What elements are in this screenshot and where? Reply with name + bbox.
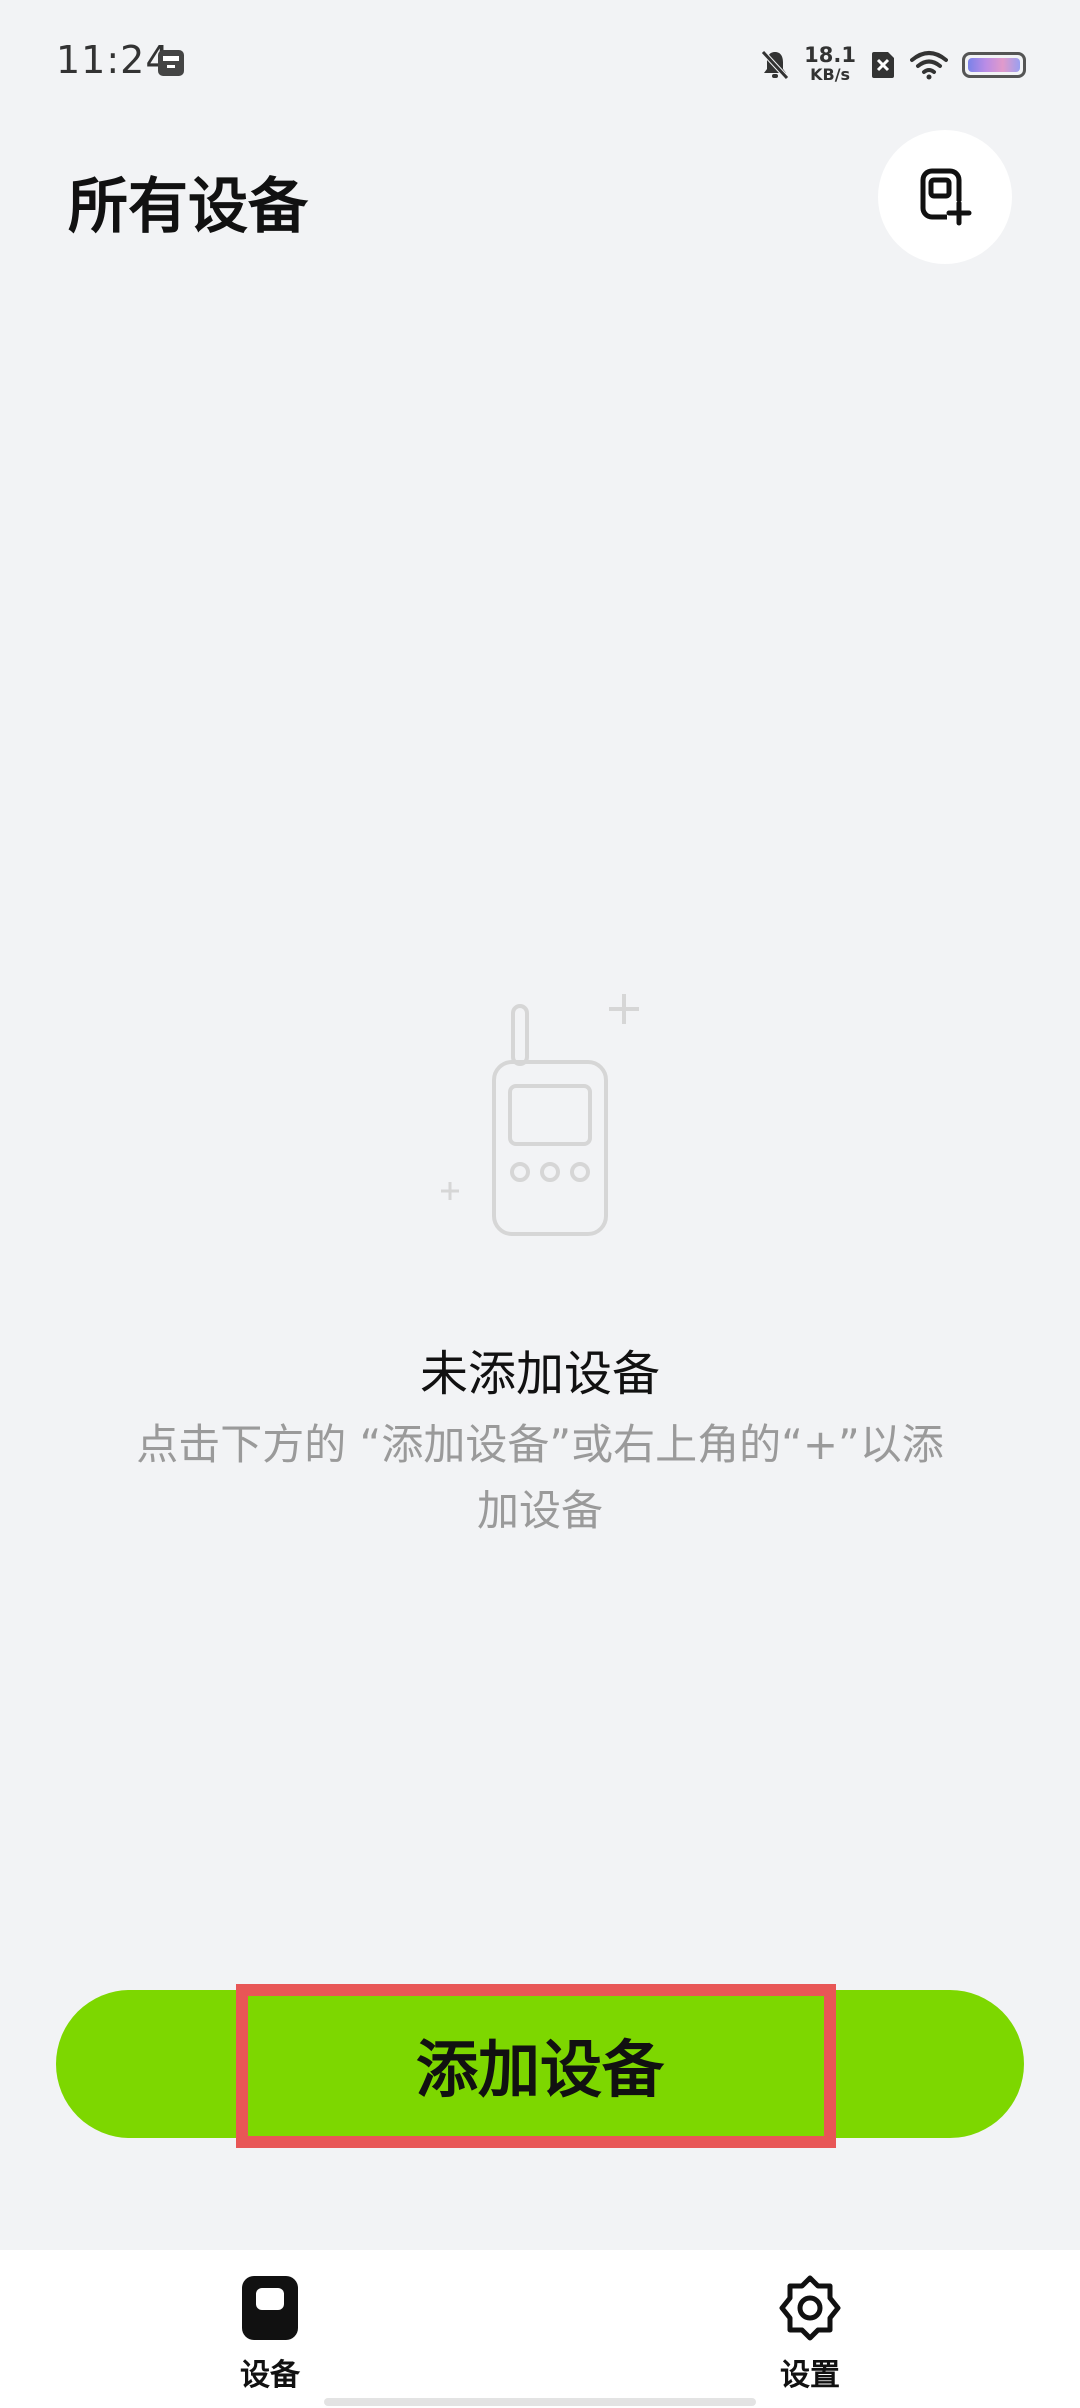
walkie-talkie-icon <box>441 994 639 1236</box>
page-title: 所有设备 <box>68 172 308 242</box>
wifi-icon <box>910 51 948 80</box>
status-time: 11:24 <box>56 38 171 82</box>
status-bar: 11:24 18.1 KB/s <box>0 0 1080 128</box>
gear-icon <box>779 2275 841 2341</box>
empty-state-title: 未添加设备 <box>419 1346 660 1402</box>
sim-off-icon <box>872 52 894 78</box>
empty-state-hint: 点击下方的 “添加设备”或右上角的“+”以添加设备 <box>136 1420 944 1535</box>
mute-bell-icon <box>761 50 790 80</box>
tab-settings-label: 设置 <box>780 2358 840 2393</box>
tab-devices[interactable]: 设备 <box>200 2274 340 2394</box>
battery-icon <box>962 52 1026 78</box>
tab-devices-label: 设备 <box>240 2358 300 2393</box>
add-device-button[interactable]: 添加设备 <box>56 1990 1024 2138</box>
network-speed-value: 18.1 <box>804 43 856 67</box>
device-icon <box>242 2276 298 2340</box>
status-icons: 18.1 KB/s <box>760 40 1026 90</box>
network-speed: 18.1 KB/s <box>804 45 856 85</box>
battery-level <box>968 58 1020 72</box>
add-device-icon-button[interactable] <box>878 130 1012 264</box>
tab-settings[interactable]: 设置 <box>740 2274 880 2394</box>
notification-box-icon <box>158 50 184 76</box>
home-indicator <box>324 2398 756 2406</box>
network-speed-unit: KB/s <box>810 65 851 84</box>
bottom-tab-bar: 设备 设置 <box>0 2250 1080 2408</box>
add-device-icon <box>920 168 972 226</box>
